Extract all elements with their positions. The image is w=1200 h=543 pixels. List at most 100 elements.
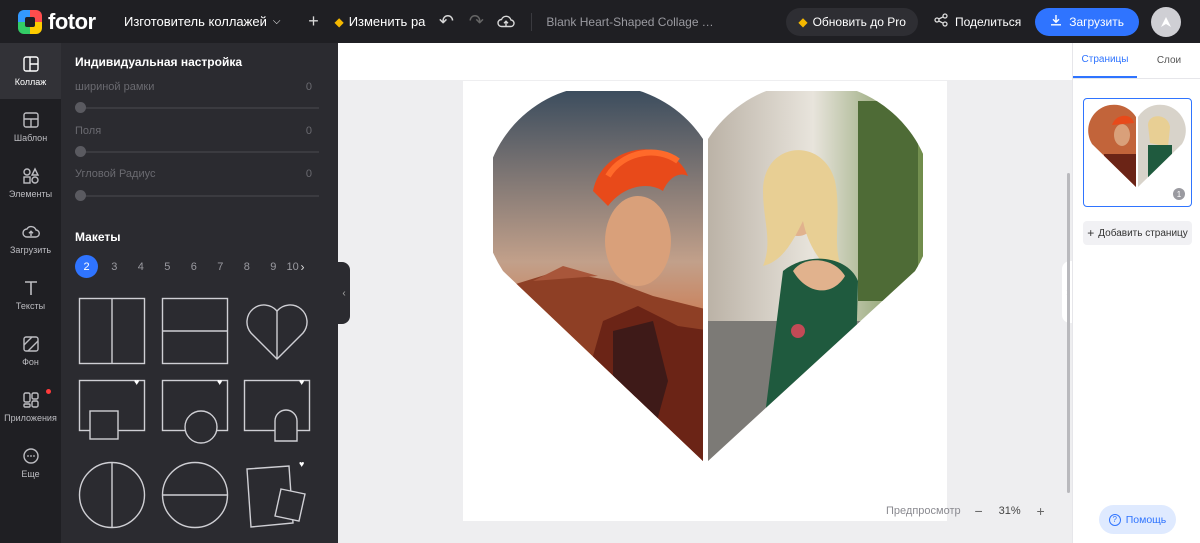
page-number-badge: 1 bbox=[1173, 188, 1185, 200]
layout-heart[interactable] bbox=[243, 297, 311, 365]
padding-label: Поля bbox=[75, 125, 102, 137]
padding-value: 0 bbox=[305, 125, 312, 137]
border-width-slider-thumb[interactable] bbox=[75, 102, 86, 113]
more-icon bbox=[22, 448, 39, 464]
mode-dropdown-label: Изготовитель коллажей bbox=[124, 14, 267, 29]
corner-radius-label: Угловой Радиус bbox=[75, 168, 156, 180]
tab-layers[interactable]: Слои bbox=[1137, 43, 1200, 78]
diamond-icon: ◆ bbox=[798, 14, 808, 29]
upgrade-pro-button[interactable]: ◆ Обновить до Pro bbox=[786, 7, 918, 36]
rail-label: Тексты bbox=[15, 301, 46, 311]
diamond-icon: ♥ bbox=[299, 377, 305, 387]
padding-slider-thumb[interactable] bbox=[75, 146, 86, 157]
rail-label: Коллаж bbox=[14, 77, 47, 87]
canvas-toolbar-strip bbox=[338, 43, 1072, 80]
avatar[interactable] bbox=[1151, 6, 1181, 37]
brand-name: fotor bbox=[48, 8, 96, 34]
layout-count-7[interactable]: 7 bbox=[207, 261, 234, 273]
photo-woman[interactable] bbox=[703, 91, 923, 471]
top-bar: fotor Изготовитель коллажей ⌵ + ◆ Измени… bbox=[0, 0, 1200, 43]
layout-count-8[interactable]: 8 bbox=[234, 261, 261, 273]
pages-panel-tabs: Страницы Слои bbox=[1073, 43, 1200, 79]
panel-collapse-toggle[interactable]: ‹ bbox=[338, 262, 350, 324]
layout-arch-inset[interactable]: ♥ bbox=[243, 377, 311, 447]
rail-item-upload[interactable]: Загрузить bbox=[0, 211, 61, 267]
fotor-logo-icon bbox=[18, 9, 42, 34]
share-icon bbox=[934, 13, 948, 30]
collage-page[interactable] bbox=[463, 81, 947, 521]
upload-label: Загрузить bbox=[1069, 14, 1124, 29]
chevron-down-icon: ⌵ bbox=[272, 16, 281, 27]
upgrade-pro-label: Обновить до Pro bbox=[812, 14, 906, 29]
zoom-in-button[interactable]: + bbox=[1029, 503, 1053, 519]
padding-slider[interactable] bbox=[79, 151, 319, 153]
document-title[interactable]: Blank Heart-Shaped Collage T... bbox=[546, 15, 716, 29]
photo-man[interactable] bbox=[493, 91, 713, 471]
heart-collage bbox=[493, 91, 923, 471]
upload-button[interactable]: Загрузить bbox=[1035, 7, 1139, 36]
rail-item-apps[interactable]: Приложения bbox=[0, 379, 61, 435]
add-icon[interactable]: + bbox=[298, 7, 328, 37]
corner-radius-slider[interactable] bbox=[79, 195, 319, 197]
border-width-label: шириной рамки bbox=[75, 81, 155, 93]
layout-count-5[interactable]: 5 bbox=[154, 261, 181, 273]
border-width-slider[interactable] bbox=[79, 107, 319, 109]
rail-item-template[interactable]: Шаблон bbox=[0, 99, 61, 155]
layout-two-columns[interactable] bbox=[78, 297, 146, 365]
canvas-scrollbar[interactable] bbox=[1067, 173, 1070, 493]
rail-item-collage[interactable]: Коллаж bbox=[0, 43, 61, 99]
layout-count-10[interactable]: 10 bbox=[287, 261, 299, 273]
collage-settings-panel: Индивидуальная настройка шириной рамки 0… bbox=[61, 43, 338, 543]
preview-button[interactable]: Предпросмотр bbox=[886, 505, 961, 517]
layout-square-inset[interactable]: ♥ bbox=[78, 377, 146, 447]
layout-tilted-photos[interactable]: ♥ bbox=[243, 459, 311, 529]
pages-panel: Страницы Слои 1 + Добавить страницу ? По… bbox=[1072, 43, 1200, 543]
rail-label: Приложения bbox=[4, 413, 57, 423]
collage-icon bbox=[22, 56, 39, 72]
elements-icon bbox=[22, 167, 39, 184]
layout-circle-vertical-split[interactable] bbox=[78, 461, 146, 529]
rail-label: Еще bbox=[21, 469, 40, 479]
layouts-title: Макеты bbox=[75, 230, 121, 244]
template-icon bbox=[22, 112, 39, 128]
corner-radius-value: 0 bbox=[305, 168, 312, 180]
bird-icon bbox=[1161, 16, 1171, 27]
mode-dropdown[interactable]: Изготовитель коллажей ⌵ bbox=[124, 14, 280, 29]
redo-icon[interactable]: ↷ bbox=[461, 7, 491, 37]
layout-count-6[interactable]: 6 bbox=[181, 261, 208, 273]
layout-circle-inset[interactable]: ♥ bbox=[161, 377, 229, 447]
add-page-label: Добавить страницу bbox=[1098, 227, 1188, 239]
background-icon bbox=[22, 336, 39, 352]
rail-item-more[interactable]: Еще bbox=[0, 435, 61, 491]
tab-pages[interactable]: Страницы bbox=[1073, 43, 1137, 78]
layout-count-3[interactable]: 3 bbox=[101, 261, 128, 273]
layout-circle-horizontal-split[interactable] bbox=[161, 461, 229, 529]
download-icon bbox=[1050, 14, 1062, 29]
layout-count-9[interactable]: 9 bbox=[260, 261, 287, 273]
layout-two-rows[interactable] bbox=[161, 297, 229, 365]
rail-item-text[interactable]: Тексты bbox=[0, 267, 61, 323]
cloud-save-icon[interactable] bbox=[491, 7, 521, 37]
cloud-upload-icon bbox=[21, 225, 40, 238]
resize-button[interactable]: ◆ Изменить ра bbox=[334, 14, 425, 29]
corner-radius-slider-thumb[interactable] bbox=[75, 190, 86, 201]
rail-label: Фон bbox=[22, 357, 39, 367]
diamond-icon: ♥ bbox=[299, 459, 305, 469]
rail-item-elements[interactable]: Элементы bbox=[0, 155, 61, 211]
help-label: Помощь bbox=[1125, 513, 1167, 526]
share-label: Поделиться bbox=[954, 14, 1022, 29]
diamond-icon: ◆ bbox=[334, 14, 344, 29]
rail-item-background[interactable]: Фон bbox=[0, 323, 61, 379]
chevron-right-icon[interactable]: › bbox=[301, 260, 305, 274]
text-icon bbox=[24, 281, 37, 295]
page-thumbnail[interactable]: 1 bbox=[1083, 98, 1192, 207]
share-button[interactable]: Поделиться bbox=[934, 13, 1021, 30]
undo-icon[interactable]: ↶ bbox=[431, 7, 461, 37]
help-button[interactable]: ? Помощь bbox=[1099, 505, 1176, 534]
zoom-out-button[interactable]: − bbox=[967, 503, 991, 519]
layout-count-2[interactable]: 2 bbox=[75, 255, 98, 278]
fotor-logo[interactable]: fotor bbox=[18, 9, 110, 35]
layout-count-pager: 2 3 4 5 6 7 8 9 10 › bbox=[75, 255, 305, 278]
layout-count-4[interactable]: 4 bbox=[128, 261, 155, 273]
add-page-button[interactable]: + Добавить страницу bbox=[1083, 221, 1192, 245]
